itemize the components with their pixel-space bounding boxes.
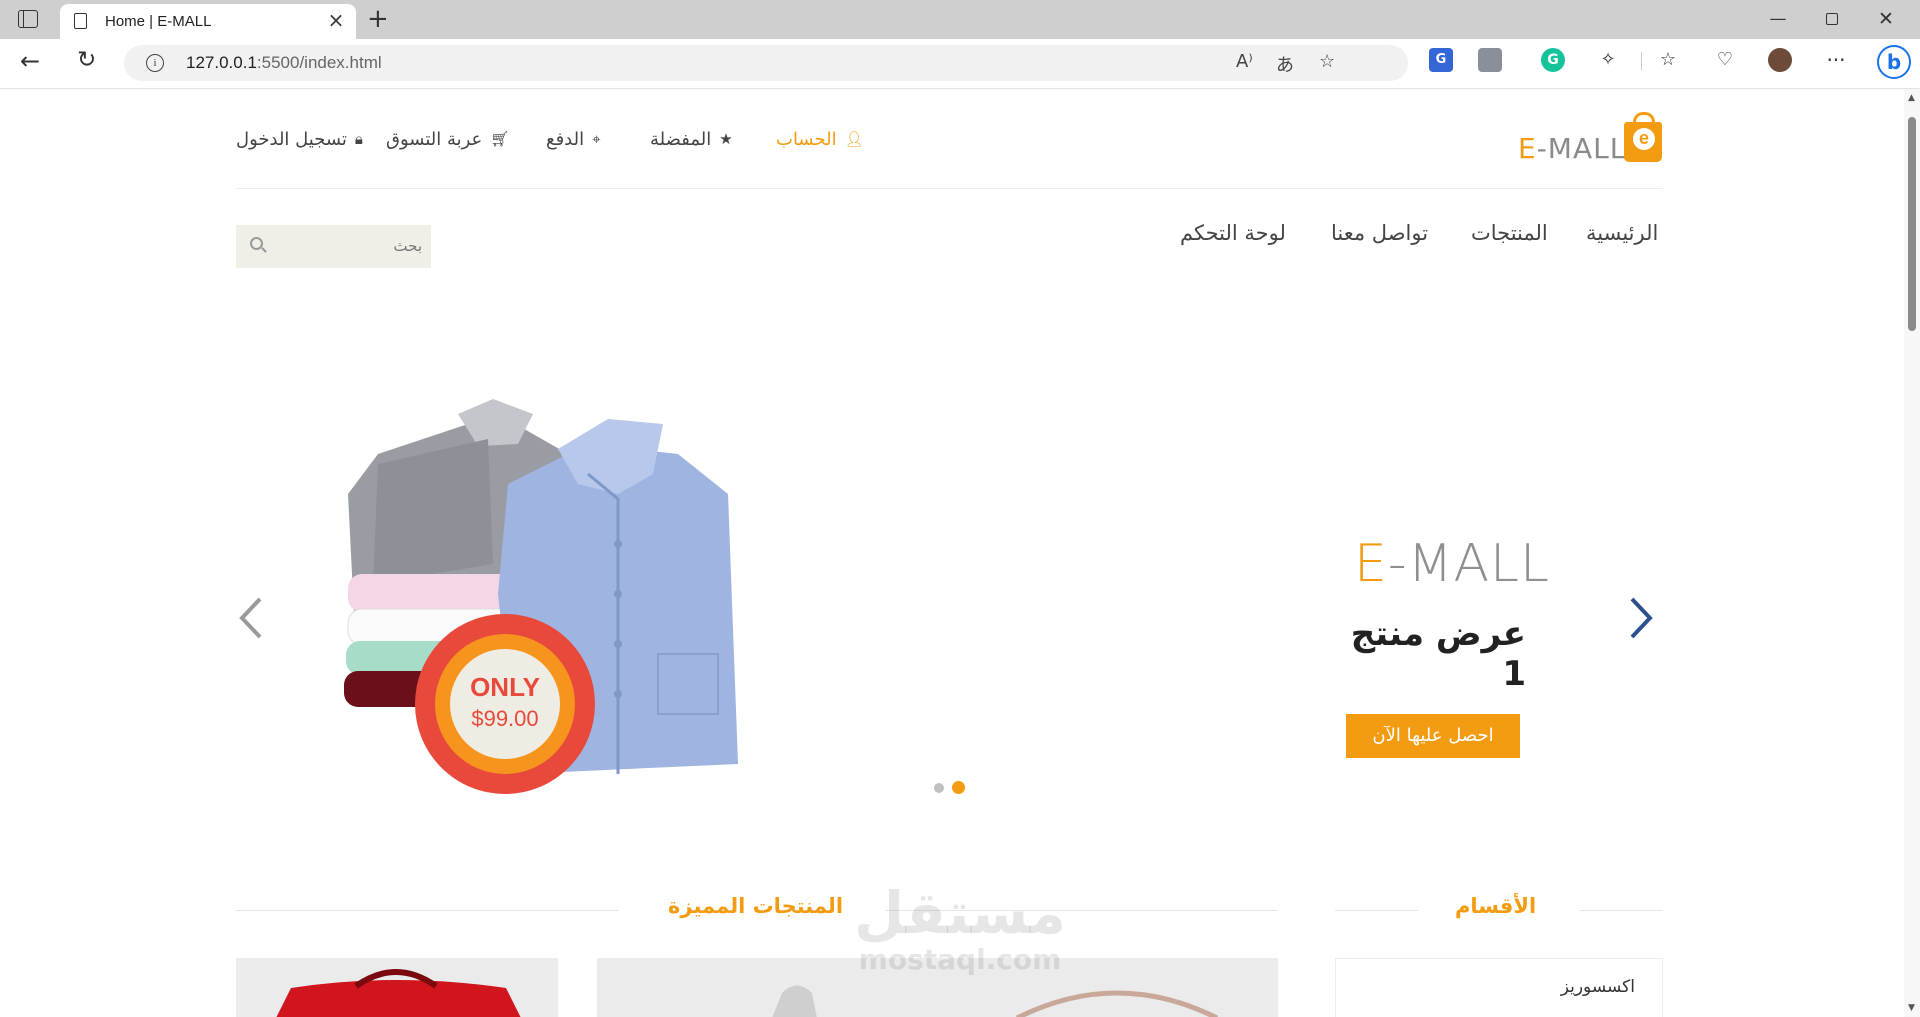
- categories-heading: الأقسام: [1455, 894, 1537, 918]
- search-box: [236, 225, 431, 268]
- slide-title: عرض منتج 1: [1350, 614, 1526, 694]
- restore-button[interactable]: [1810, 6, 1854, 32]
- get-it-now-button[interactable]: احصل عليها الآن: [1346, 714, 1520, 758]
- slider-dot-1[interactable]: [934, 782, 944, 793]
- page-scrollbar[interactable]: ▲ ▼: [1904, 89, 1920, 1017]
- extension-profile-icon[interactable]: [1478, 48, 1502, 72]
- necklace-image: [1015, 990, 1219, 1017]
- nav-contact[interactable]: تواصل معنا: [1331, 221, 1428, 245]
- category-item[interactable]: اكسسوريز: [1561, 977, 1635, 997]
- section-divider: [1580, 910, 1663, 911]
- favorites-icon[interactable]: ☆: [1656, 48, 1680, 72]
- web-page: E-MALL e الحساب 👤︎ المفضلة ★ الدفع ⌖ عرب…: [0, 89, 1904, 1017]
- star-icon: ★: [719, 130, 733, 148]
- wishlist-label: المفضلة: [650, 128, 712, 150]
- slider-next-arrow[interactable]: [1626, 593, 1656, 643]
- nav-products[interactable]: المنتجات: [1471, 221, 1548, 245]
- logo-text: E-MALL: [1518, 132, 1627, 165]
- browser-essentials-icon[interactable]: ♡: [1713, 48, 1737, 72]
- search-input[interactable]: [276, 233, 422, 259]
- lock-icon: 🔒︎: [354, 130, 363, 148]
- browser-tab[interactable]: Home | E-MALL ×: [60, 4, 356, 39]
- more-menu-icon[interactable]: ···: [1824, 48, 1848, 72]
- tab-actions-icon[interactable]: [18, 10, 38, 28]
- browser-tab-bar: Home | E-MALL × + — ✕: [0, 0, 1920, 39]
- top-link-login[interactable]: تسجيل الدخول 🔒︎: [236, 127, 363, 151]
- read-aloud-icon[interactable]: A⁾: [1236, 51, 1253, 72]
- slide-brand: E-MALL: [1354, 534, 1551, 594]
- new-tab-icon[interactable]: +: [367, 4, 389, 34]
- section-divider: [236, 910, 619, 911]
- cart-icon: 🛒︎: [490, 130, 510, 148]
- login-label: تسجيل الدخول: [236, 128, 347, 150]
- refresh-icon[interactable]: ↻: [77, 47, 96, 73]
- grammarly-icon[interactable]: G: [1541, 48, 1565, 72]
- scroll-down-icon[interactable]: ▼: [1908, 1003, 1915, 1013]
- section-divider: [885, 910, 1278, 911]
- slider-dots: [934, 781, 965, 794]
- site-logo[interactable]: E-MALL e: [1518, 112, 1663, 165]
- section-divider: [1335, 910, 1418, 911]
- top-link-cart[interactable]: عربة التسوق 🛒︎: [386, 127, 509, 151]
- slider-dot-2[interactable]: [952, 781, 965, 794]
- top-link-account[interactable]: الحساب 👤︎: [776, 127, 864, 151]
- profile-avatar[interactable]: [1768, 48, 1792, 72]
- google-translate-icon[interactable]: G: [1429, 48, 1453, 72]
- badge-only: ONLY: [470, 672, 540, 702]
- toolbar-divider: [1641, 52, 1642, 70]
- minimize-button[interactable]: —: [1756, 6, 1800, 32]
- red-bag-image: [276, 969, 521, 1017]
- page-icon: [74, 13, 87, 29]
- url-text[interactable]: 127.0.0.1:5500/index.html: [186, 53, 382, 73]
- user-icon: 👤︎: [844, 130, 864, 148]
- close-window-button[interactable]: ✕: [1864, 6, 1908, 32]
- site-info-icon[interactable]: i: [146, 54, 164, 72]
- slider-prev-arrow[interactable]: [236, 593, 266, 643]
- product-card[interactable]: [957, 958, 1278, 1017]
- hero-slider: ONLY $99.00 E-MALL عرض منتج 1 احصل عليها…: [236, 339, 1663, 899]
- address-bar[interactable]: i 127.0.0.1:5500/index.html A⁾ あ ☆: [124, 45, 1408, 81]
- nav-dashboard[interactable]: لوحة التحكم: [1180, 221, 1286, 245]
- checkout-label: الدفع: [546, 128, 585, 150]
- search-icon[interactable]: [250, 237, 263, 250]
- top-link-wishlist[interactable]: المفضلة ★: [650, 127, 733, 151]
- top-link-checkout[interactable]: الدفع ⌖: [546, 127, 601, 151]
- scroll-thumb[interactable]: [1908, 117, 1916, 331]
- badge-price: $99.00: [471, 706, 538, 731]
- tab-title: Home | E-MALL: [105, 13, 212, 30]
- scroll-up-icon[interactable]: ▲: [1908, 93, 1915, 103]
- categories-list: اكسسوريز: [1335, 958, 1663, 1017]
- featured-products-heading: المنتجات المميزة: [668, 894, 844, 918]
- shirts-product-image: ONLY $99.00: [344, 399, 738, 794]
- browser-toolbar: ← ↻ i 127.0.0.1:5500/index.html A⁾ あ ☆: [0, 39, 1920, 89]
- tab-close-icon[interactable]: ×: [326, 10, 346, 30]
- bing-copilot-icon[interactable]: b: [1877, 45, 1911, 79]
- crosshairs-icon: ⌖: [592, 130, 601, 148]
- nav-home[interactable]: الرئيسية: [1586, 221, 1658, 245]
- cart-label: عربة التسوق: [386, 128, 483, 150]
- account-label: الحساب: [776, 128, 837, 150]
- shoe-image: [772, 985, 817, 1017]
- header-divider: [236, 188, 1663, 189]
- shopping-bag-icon: e: [1624, 112, 1662, 162]
- product-card[interactable]: [597, 958, 957, 1017]
- product-card[interactable]: [236, 958, 558, 1017]
- favorite-star-icon[interactable]: ☆: [1319, 51, 1335, 72]
- translate-icon[interactable]: あ: [1276, 51, 1294, 77]
- back-icon[interactable]: ←: [20, 47, 40, 75]
- extensions-icon[interactable]: ✧: [1596, 48, 1620, 72]
